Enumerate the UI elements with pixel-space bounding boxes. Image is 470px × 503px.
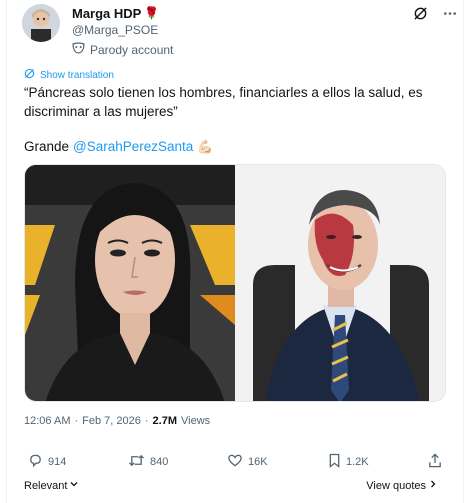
author-names: Marga HDP 🌹 @Marga_PSOE Parody account [72,5,173,57]
share-button[interactable] [428,453,442,471]
tweet-text: “Páncreas solo tienen los hombres, finan… [24,83,444,121]
bookmark-count: 1.2K [346,456,369,468]
flexed-biceps-emoji: 💪🏻 [197,139,214,154]
relevant-dropdown[interactable]: Relevant [24,479,79,492]
more-icon[interactable] [442,6,458,26]
parody-label: Parody account [90,42,174,57]
mention-link[interactable]: @SarahPerezSanta [73,137,193,156]
tweet-text-line-2: discriminar a las mujeres” [24,104,178,119]
show-translation-label: Show translation [40,69,114,81]
share-icon [428,453,442,471]
translate-icon [24,68,35,82]
handle[interactable]: @Marga_PSOE [72,23,173,38]
views-label: Views [181,415,211,427]
reply-icon [28,453,43,471]
chevron-right-icon [428,479,438,492]
view-quotes-link[interactable]: View quotes [366,479,438,492]
show-translation-link[interactable]: Show translation [24,68,114,82]
repost-count: 840 [150,456,169,468]
like-button[interactable]: 16K [227,453,268,471]
media-image-right[interactable] [235,165,445,401]
grande-word: Grande [24,139,70,154]
media-image-left[interactable] [25,165,235,401]
parody-mask-icon [72,42,85,57]
views-count: 2.7M [152,415,178,427]
reply-count: 914 [48,456,67,468]
tweet-date[interactable]: Feb 7, 2026 [82,415,141,427]
parody-badge: Parody account [72,42,173,57]
tweet-actions: 914 840 16K 1.2K [24,453,444,471]
tweet-text-grande: Grande @SarahPerezSanta 💪🏻 [24,137,214,156]
tweet-text-line-1: “Páncreas solo tienen los hombres, finan… [24,85,423,100]
view-quotes-label: View quotes [366,479,426,492]
tweet-header: Marga HDP 🌹 @Marga_PSOE Parody account [18,4,460,57]
display-name[interactable]: Marga HDP [72,6,141,21]
tweet-time[interactable]: 12:06 AM [24,415,70,427]
like-icon [227,453,243,471]
bookmark-button[interactable]: 1.2K [328,453,369,471]
meta-separator: · [144,415,149,427]
relevant-label: Relevant [24,479,68,492]
bookmark-icon [328,453,341,471]
chevron-down-icon [69,479,79,492]
like-count: 16K [248,456,268,468]
repost-icon [128,453,145,471]
reply-button[interactable]: 914 [28,453,66,471]
tweet-media[interactable] [24,164,446,402]
tweet-meta: 12:06 AM · Feb 7, 2026 · 2.7M Views [24,415,210,427]
avatar[interactable] [22,4,60,42]
meta-separator: · [74,415,79,427]
grok-icon[interactable] [413,6,428,26]
rose-emoji: 🌹 [144,6,160,20]
repost-button[interactable]: 840 [128,453,168,471]
